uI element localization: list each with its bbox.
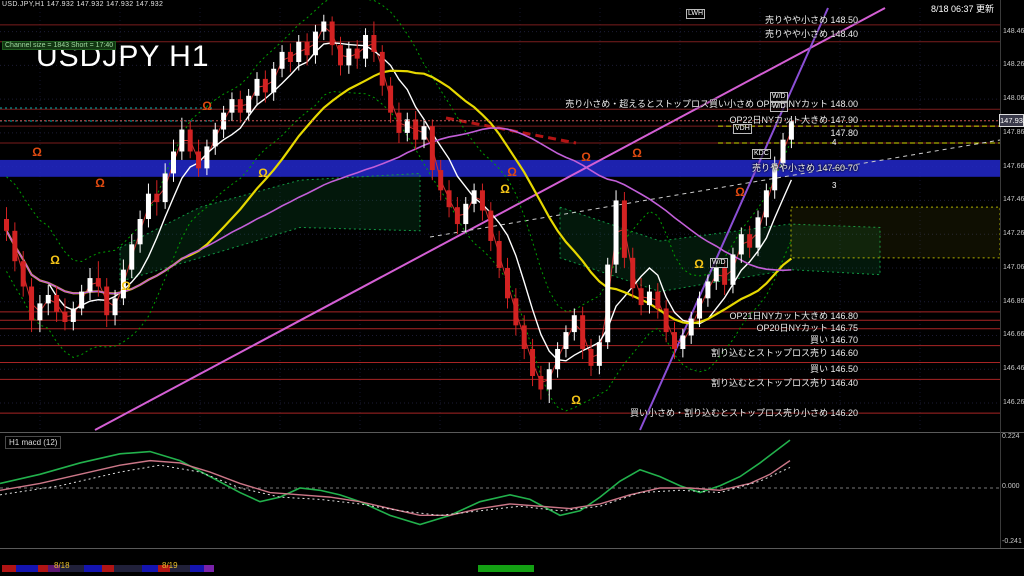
macd-macd bbox=[0, 440, 790, 524]
count-label: 3 bbox=[832, 181, 836, 190]
price-tick: 146.66 bbox=[1003, 331, 1024, 338]
symbol-ohlc-line: USD.JPY,H1 147.932 147.932 147.932 147.9… bbox=[2, 1, 163, 8]
omega-marker: Ω bbox=[95, 176, 105, 190]
omega-marker: Ω bbox=[571, 393, 581, 407]
order-annotation-1: 売りやや小さめ 148.40 bbox=[765, 27, 858, 40]
indicator-tag-lwh: LWH bbox=[686, 9, 705, 19]
session-segment bbox=[2, 565, 16, 572]
order-annotation-11: 割り込むとストップロス売り 146.40 bbox=[711, 376, 858, 389]
session-segment bbox=[84, 565, 102, 572]
current-price-box: 147.932 bbox=[999, 114, 1024, 127]
order-annotation-10: 買い 146.50 bbox=[810, 362, 858, 375]
omega-marker: Ω bbox=[50, 253, 60, 267]
order-annotation-4: 147.80 bbox=[830, 128, 858, 138]
price-tick: 147.46 bbox=[1003, 196, 1024, 203]
price-tick: 148.46 bbox=[1003, 28, 1024, 35]
price-tick: 148.26 bbox=[1003, 61, 1024, 68]
session-segment bbox=[16, 565, 38, 572]
mt4-chart-window: ΩΩΩΩΩΩΩΩΩΩΩΩΩ USD.JPY,H1 147.932 147.932… bbox=[0, 0, 1024, 576]
macd-trigger bbox=[0, 465, 790, 515]
price-tick: 147.86 bbox=[1003, 129, 1024, 136]
price-tick: 147.66 bbox=[1003, 163, 1024, 170]
order-annotation-0: 売りやや小さめ 148.50 bbox=[765, 13, 858, 26]
order-annotation-5: 売りやや小さめ 147.60-70 bbox=[752, 161, 858, 174]
omega-marker: Ω bbox=[507, 165, 517, 179]
omega-marker: Ω bbox=[121, 279, 131, 293]
order-annotation-9: 割り込むとストップロス売り 146.60 bbox=[711, 346, 858, 359]
price-tick: 146.46 bbox=[1003, 365, 1024, 372]
macd-scale-zero: 0.000 bbox=[1002, 483, 1020, 490]
cloud-area bbox=[791, 207, 1000, 258]
price-tick: 148.06 bbox=[1003, 95, 1024, 102]
date-label: 8/19 bbox=[162, 561, 178, 570]
channel-info-badge: Channel size = 1843 Short = 17:40 bbox=[2, 41, 116, 50]
session-segment bbox=[478, 565, 534, 572]
omega-marker: Ω bbox=[694, 257, 704, 271]
order-annotation-2: 売り小さめ・超えるとストップロス買い小さめ OP20日NYカット 148.00 bbox=[565, 97, 858, 110]
session-segment bbox=[102, 565, 114, 572]
omega-marker: Ω bbox=[632, 146, 642, 160]
count-label: 4 bbox=[832, 138, 836, 147]
update-timestamp: 8/18 06:37 更新 bbox=[931, 2, 994, 15]
indicator-tag-vdh: VDH bbox=[733, 124, 752, 134]
session-segment bbox=[204, 565, 214, 572]
session-segment bbox=[190, 565, 204, 572]
indicator-tag-wd: W/D bbox=[770, 102, 788, 112]
order-annotation-12: 買い小さめ・割り込むとストップロス売り小さめ 146.20 bbox=[630, 406, 858, 419]
macd-scale-top: 0.224 bbox=[1002, 433, 1020, 440]
indicator-tag-wd: W/D bbox=[710, 258, 728, 268]
price-tick: 147.26 bbox=[1003, 230, 1024, 237]
macd-scale-bottom: -0.241 bbox=[1002, 538, 1022, 545]
session-segment bbox=[114, 565, 142, 572]
omega-marker: Ω bbox=[32, 145, 42, 159]
order-annotation-8: 買い 146.70 bbox=[810, 333, 858, 346]
macd-signal bbox=[0, 461, 790, 516]
date-label: 8/18 bbox=[54, 561, 70, 570]
omega-marker: Ω bbox=[202, 99, 212, 113]
price-tick: 147.06 bbox=[1003, 264, 1024, 271]
macd-indicator-label: H1 macd (12) bbox=[5, 436, 61, 449]
omega-marker: Ω bbox=[500, 182, 510, 196]
price-tick: 146.86 bbox=[1003, 298, 1024, 305]
session-segment bbox=[38, 565, 48, 572]
omega-marker: Ω bbox=[258, 166, 268, 180]
omega-marker: Ω bbox=[581, 150, 591, 164]
chart-canvas[interactable]: ΩΩΩΩΩΩΩΩΩΩΩΩΩ bbox=[0, 0, 1024, 576]
session-segment bbox=[142, 565, 158, 572]
indicator-tag-wd: W/D bbox=[770, 92, 788, 102]
omega-marker: Ω bbox=[735, 185, 745, 199]
indicator-tag-kdc: KDC bbox=[752, 149, 771, 159]
price-tick: 146.26 bbox=[1003, 399, 1024, 406]
